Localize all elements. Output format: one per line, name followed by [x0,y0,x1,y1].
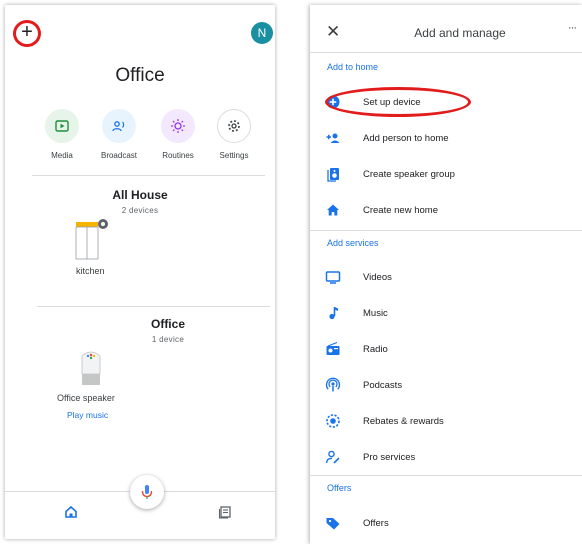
menu-item-label: Create new home [363,205,438,216]
menu-item-videos[interactable]: Videos [310,265,582,289]
menu-item-label: Add person to home [363,133,449,144]
broadcast-button[interactable]: Broadcast [93,109,145,160]
menu-item-create-new-home[interactable]: Create new home [310,198,582,222]
menu-item-add-person[interactable]: Add person to home [310,126,582,150]
media-button[interactable]: Media [36,109,88,160]
section-header-offers: Offers [327,483,352,493]
google-home-speaker-icon[interactable] [79,348,103,386]
routines-sun-icon [161,109,195,143]
group-title-all-house: All House [112,188,168,202]
broadcast-label: Broadcast [100,151,138,160]
feed-icon[interactable] [218,505,232,524]
pro-services-icon [325,450,340,464]
podcast-icon [325,377,341,392]
media-label: Media [51,151,73,160]
section-header-add-services: Add services [327,238,379,248]
menu-item-label: Podcasts [363,380,403,391]
mic-icon [141,485,153,499]
add-person-icon [326,133,340,143]
group-subtitle-office: 1 device [151,335,185,344]
page-title: Add and manage [414,26,506,40]
gear-icon [217,109,251,143]
menu-item-label: Create speaker group [363,169,455,180]
menu-item-rebates-rewards[interactable]: Rebates & rewards [310,409,582,433]
tag-icon [326,518,340,530]
radio-icon [326,341,340,355]
annotation-ellipse [325,87,471,117]
annotation-circle [13,20,41,47]
more-options-icon[interactable]: ··· [568,22,577,34]
header-divider [310,52,582,53]
tv-icon [325,271,341,284]
routines-label: Routines [162,151,194,160]
media-play-icon [45,109,79,143]
menu-item-label: Music [363,308,388,319]
divider [37,306,270,307]
rewards-icon [326,414,340,428]
home-icon[interactable] [64,505,78,524]
divider [310,230,582,231]
menu-item-label: Rebates & rewards [363,416,444,427]
divider [32,175,265,176]
speaker-group-icon[interactable] [73,218,113,260]
menu-item-offers[interactable]: Offers [310,511,582,535]
menu-item-music[interactable]: Music [310,301,582,325]
menu-item-radio[interactable]: Radio [310,337,582,361]
avatar[interactable]: N [251,22,273,44]
play-music-link[interactable]: Play music [67,410,108,420]
menu-item-label: Videos [363,272,392,283]
menu-item-label: Offers [363,518,389,529]
speaker-group-icon [327,168,339,182]
page-title: Office [115,65,165,86]
settings-label: Settings [219,151,249,160]
settings-button[interactable]: Settings [208,109,260,160]
broadcast-icon [102,109,136,143]
home-screen: + N Office Media Broadcast Routines Sett… [5,5,275,539]
menu-item-label: Radio [363,344,388,355]
music-note-icon [329,307,338,320]
device-label-office-speaker: Office speaker [57,393,115,403]
group-title-office: Office [150,317,185,331]
routines-button[interactable]: Routines [152,109,204,160]
home-icon [327,204,339,216]
menu-item-podcasts[interactable]: Podcasts [310,373,582,397]
group-subtitle-all-house: 2 devices [121,206,159,215]
mic-button[interactable] [130,475,164,509]
device-label-kitchen: kitchen [76,266,105,276]
menu-item-create-speaker-group[interactable]: Create speaker group [310,162,582,186]
menu-item-label: Pro services [363,452,416,463]
menu-item-pro-services[interactable]: Pro services [310,445,582,469]
divider [310,475,582,476]
add-and-manage-screen: ✕ Add and manage ··· Add to home Set up … [310,5,582,544]
section-header-add-to-home: Add to home [327,62,379,72]
